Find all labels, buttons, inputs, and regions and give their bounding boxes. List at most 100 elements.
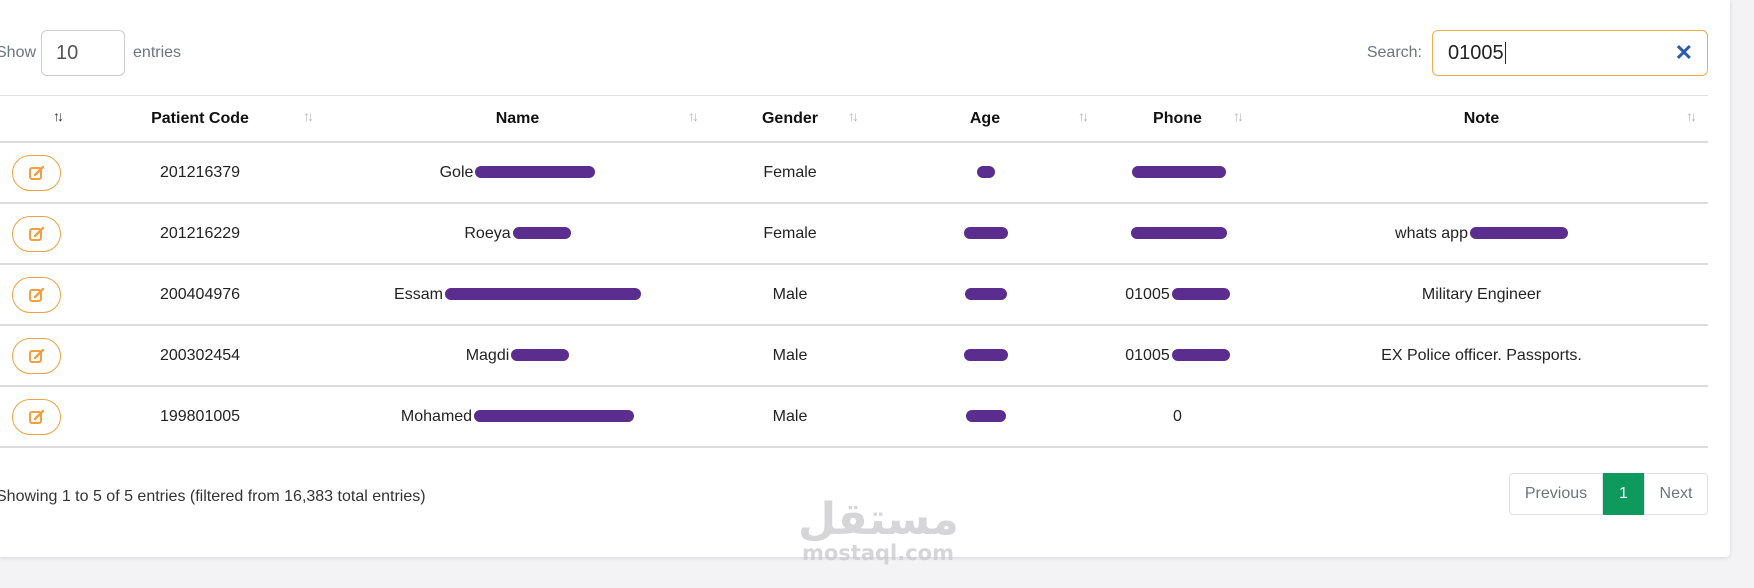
search-input-value: 01005	[1448, 41, 1504, 64]
phone-cell: 01005	[1100, 264, 1255, 326]
sort-icon: ↑↓	[1233, 108, 1244, 124]
age-cell	[870, 142, 1100, 204]
note-cell: EX Police officer. Passports.	[1255, 325, 1708, 387]
gender-cell: Male	[710, 264, 870, 326]
text-caret	[1504, 42, 1506, 64]
column-header-name[interactable]: Name ↑↓	[325, 95, 710, 143]
age-cell	[870, 325, 1100, 387]
table-row: 200404976 Essam Male 01005 Military Engi…	[0, 264, 1708, 326]
pagination: Previous 1 Next	[1509, 473, 1708, 515]
watermark-latin: mostaql.com	[802, 541, 954, 565]
column-header-phone[interactable]: Phone ↑↓	[1100, 95, 1255, 143]
redaction-mark	[964, 349, 1008, 362]
age-cell	[870, 264, 1100, 326]
length-menu: Show 10 entries	[0, 30, 181, 76]
patient-name: Mohamed	[400, 407, 473, 425]
datatable-card: Show 10 entries Search: 01005 ✕ ↑↓ Patie…	[0, 0, 1730, 557]
show-label: Show	[0, 44, 37, 61]
edit-button[interactable]	[12, 154, 61, 191]
gender-cell: Female	[710, 203, 870, 265]
phone-cell: 0	[1100, 386, 1255, 448]
table-info: Showing 1 to 5 of 5 entries (filtered fr…	[0, 488, 426, 505]
patient-name: Roeya	[464, 224, 511, 242]
redaction-mark	[474, 410, 635, 423]
redaction-mark	[1171, 288, 1230, 301]
edit-button[interactable]	[12, 215, 61, 252]
sort-icon: ↑↓	[1686, 108, 1697, 124]
redaction-mark	[965, 288, 1007, 301]
table-row: 200302454 Magdi Male 01005 EX Police off…	[0, 325, 1708, 387]
table-row: 199801005 Mohamed Male 0	[0, 386, 1708, 448]
edit-icon	[28, 226, 44, 241]
redaction-mark	[1130, 227, 1227, 240]
column-header-note[interactable]: Note ↑↓	[1255, 95, 1708, 143]
patient-name: Magdi	[465, 346, 510, 364]
name-cell: Mohamed	[325, 386, 710, 448]
patient-code-cell: 200404976	[75, 264, 325, 326]
patient-name: Essam	[394, 285, 443, 303]
note-cell	[1255, 142, 1708, 204]
search-filter: Search: 01005 ✕	[1367, 30, 1708, 76]
redaction-mark	[964, 227, 1008, 240]
table-header-row: ↑↓ Patient Code ↑↓ Name ↑↓ Gender ↑↓ Age ↑↓ …	[0, 95, 1708, 143]
redaction-mark	[1171, 349, 1230, 362]
name-cell: Magdi	[325, 325, 710, 387]
table-row: 201216229 Roeya Female whats app	[0, 203, 1708, 265]
redaction-mark	[1469, 227, 1568, 240]
note-cell	[1255, 386, 1708, 448]
edit-icon	[28, 409, 44, 424]
search-input[interactable]: 01005 ✕	[1432, 30, 1708, 76]
watermark: مستقل mostaql.com	[798, 494, 959, 565]
edit-button[interactable]	[12, 337, 61, 374]
note-cell: whats app	[1255, 203, 1708, 265]
watermark-arabic: مستقل	[798, 494, 959, 545]
phone-cell	[1100, 203, 1255, 265]
page-1-button[interactable]: 1	[1603, 473, 1644, 515]
table-row: 201216379 Gole Female	[0, 142, 1708, 204]
name-cell: Essam	[325, 264, 710, 326]
redaction-mark	[966, 410, 1006, 423]
name-cell: Roeya	[325, 203, 710, 265]
column-header-actions[interactable]: ↑↓	[0, 95, 75, 143]
patient-name: Gole	[439, 163, 474, 181]
gender-cell: Female	[710, 142, 870, 204]
redaction-mark	[511, 349, 570, 362]
gender-cell: Male	[710, 386, 870, 448]
gender-cell: Male	[710, 325, 870, 387]
search-label: Search:	[1366, 44, 1422, 61]
patients-table: ↑↓ Patient Code ↑↓ Name ↑↓ Gender ↑↓ Age ↑↓ …	[0, 95, 1708, 448]
redaction-mark	[444, 288, 641, 301]
entries-label: entries	[133, 44, 182, 61]
column-header-gender[interactable]: Gender ↑↓	[710, 95, 870, 143]
redaction-mark	[1131, 166, 1226, 179]
patient-code-cell: 200302454	[75, 325, 325, 387]
edit-icon	[28, 287, 44, 302]
age-cell	[870, 386, 1100, 448]
edit-icon	[28, 165, 44, 180]
sort-icon: ↑↓	[688, 108, 699, 124]
sort-icon: ↑↓	[1078, 108, 1089, 124]
age-cell	[870, 203, 1100, 265]
patient-code-cell: 201216379	[75, 142, 325, 204]
patient-code-cell: 199801005	[75, 386, 325, 448]
sort-asc-icon: ↑↓	[53, 108, 64, 124]
next-page-button[interactable]: Next	[1644, 473, 1708, 515]
patient-code-cell: 201216229	[75, 203, 325, 265]
note-cell: Military Engineer	[1255, 264, 1708, 326]
edit-button[interactable]	[12, 398, 61, 435]
entries-per-page-select[interactable]: 10	[41, 30, 126, 76]
edit-icon	[28, 348, 44, 363]
column-header-age[interactable]: Age ↑↓	[870, 95, 1100, 143]
column-header-patient-code[interactable]: Patient Code ↑↓	[75, 95, 325, 143]
name-cell: Gole	[325, 142, 710, 204]
previous-page-button[interactable]: Previous	[1509, 473, 1603, 515]
sort-icon: ↑↓	[303, 108, 314, 124]
entries-per-page-value: 10	[56, 41, 79, 64]
redaction-mark	[977, 166, 995, 179]
clear-search-icon[interactable]: ✕	[1675, 42, 1693, 64]
sort-icon: ↑↓	[848, 108, 859, 124]
phone-cell: 01005	[1100, 325, 1255, 387]
edit-button[interactable]	[12, 276, 61, 313]
phone-cell	[1100, 142, 1255, 204]
redaction-mark	[475, 166, 596, 179]
